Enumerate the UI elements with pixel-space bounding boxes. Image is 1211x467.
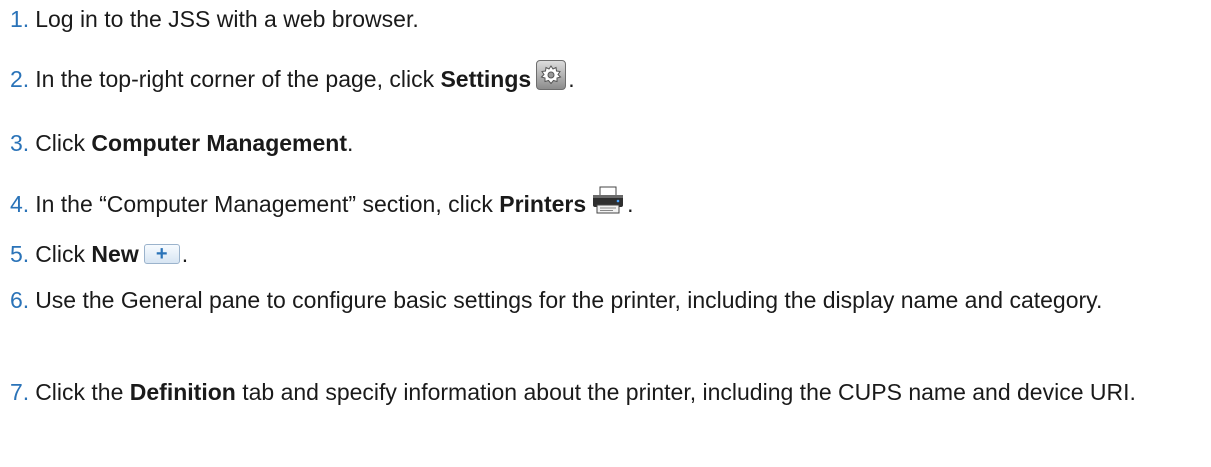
step-2: 2. In the top-right corner of the page, c… — [10, 59, 1191, 96]
step-4: 4. In the “Computer Management” section, … — [10, 186, 1191, 221]
step-number: 5. — [10, 241, 30, 267]
step-text: In the top-right corner of the page, cli… — [35, 66, 441, 92]
definition-label: Definition — [129, 379, 236, 405]
instruction-list: 1. Log in to the JSS with a web browser. … — [0, 0, 1211, 467]
step-text-end: . — [181, 241, 189, 267]
step-6: 6. Use the General pane to configure basi… — [10, 283, 1191, 317]
new-plus-icon: + — [143, 242, 180, 265]
step-text: Click — [35, 130, 92, 156]
computer-management-label: Computer Management — [91, 130, 348, 156]
printers-label: Printers — [499, 191, 587, 217]
new-label: New — [91, 241, 139, 267]
step-number: 3. — [10, 130, 30, 156]
step-text: Click the — [35, 379, 130, 405]
step-number: 7. — [10, 379, 30, 405]
step-1: 1. Log in to the JSS with a web browser. — [10, 2, 1191, 36]
step-text: Log in to the JSS with a web browser. — [35, 6, 419, 32]
step-text: Use the General pane to configure basic … — [35, 287, 1103, 313]
step-5: 5. Click New +. — [10, 237, 1191, 271]
step-7: 7. Click the Definition tab and specify i… — [10, 375, 1191, 409]
step-text-end: . — [627, 191, 634, 217]
settings-gear-icon — [536, 59, 567, 90]
step-text: In the “Computer Management” section, cl… — [35, 191, 500, 217]
plus-icon: + — [155, 242, 168, 265]
step-number: 1. — [10, 6, 30, 32]
step-3: 3. Click Computer Management. — [10, 126, 1191, 160]
step-number: 2. — [10, 66, 30, 92]
step-text-end: . — [347, 130, 354, 156]
printer-icon — [591, 186, 625, 214]
step-text-end: tab and specify information about the pr… — [235, 379, 1136, 405]
step-text: Click — [35, 241, 92, 267]
step-number: 4. — [10, 191, 30, 217]
step-text-end: . — [568, 66, 575, 92]
step-number: 6. — [10, 287, 30, 313]
settings-label: Settings — [440, 66, 532, 92]
